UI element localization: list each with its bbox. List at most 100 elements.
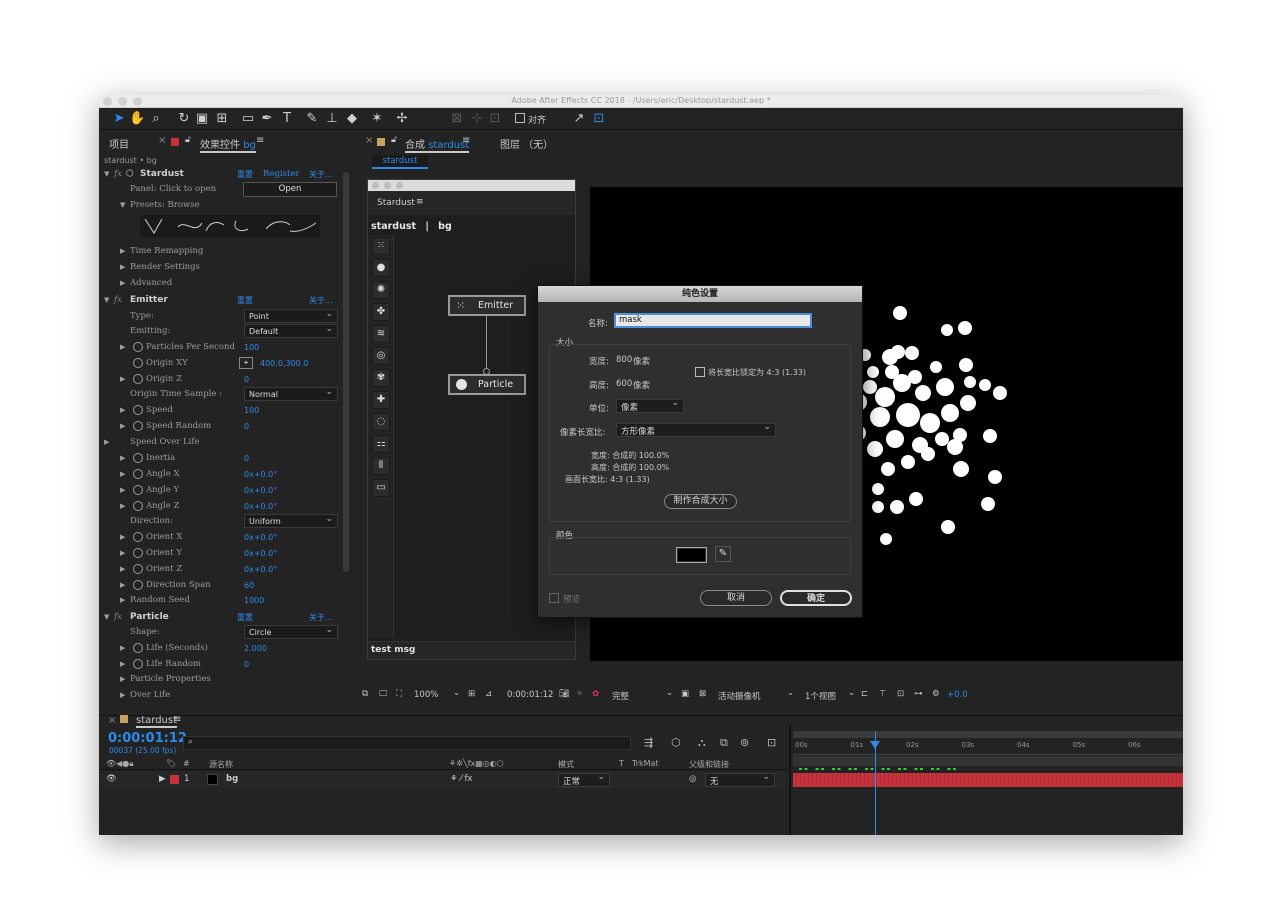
- fan-force-icon[interactable]: ✤: [372, 303, 390, 321]
- eraser-tool-icon[interactable]: ◆: [344, 111, 360, 127]
- layer-duration-bar[interactable]: [793, 773, 1183, 787]
- angle-z-value[interactable]: 0x+0.0°: [244, 502, 277, 511]
- layer-parent-select[interactable]: 无: [705, 772, 775, 787]
- pen-tool-icon[interactable]: ✒: [259, 111, 275, 127]
- add-node-icon[interactable]: ✚: [372, 391, 390, 409]
- speed-random-expand-icon[interactable]: ▶: [120, 422, 125, 430]
- emitter-reset-link[interactable]: 重置: [237, 295, 253, 306]
- axis-world-icon[interactable]: ⊹: [469, 111, 485, 127]
- stopwatch-icon[interactable]: [133, 485, 143, 495]
- timeline-menu-icon[interactable]: ≡: [173, 714, 181, 725]
- stardust-minimize-button[interactable]: [384, 182, 391, 189]
- layer-mode-select[interactable]: 正常: [558, 772, 610, 787]
- orient-x-expand-icon[interactable]: ▶: [120, 533, 125, 541]
- exposure-value[interactable]: +0.0: [947, 690, 968, 700]
- height-value[interactable]: 600: [616, 379, 632, 389]
- presets-thumbnails[interactable]: [140, 215, 320, 237]
- inertia-value[interactable]: 0: [244, 454, 249, 463]
- angle-z-expand-icon[interactable]: ▶: [120, 502, 125, 510]
- selection-tool-icon[interactable]: ➤: [111, 111, 127, 127]
- tab-timeline-comp[interactable]: stardust: [136, 715, 178, 728]
- stardust-reset-link[interactable]: 重置: [237, 169, 253, 180]
- orient-y-expand-icon[interactable]: ▶: [120, 549, 125, 557]
- playhead-handle[interactable]: [870, 741, 881, 749]
- puppet-pin-tool-icon[interactable]: ✢: [394, 111, 410, 127]
- origin-z-expand-icon[interactable]: ▶: [120, 375, 125, 383]
- ots-select[interactable]: Normal: [244, 387, 338, 401]
- eyedropper-icon[interactable]: ✎: [715, 546, 731, 562]
- presets-row[interactable]: ▼ Presets: Browse: [104, 198, 344, 214]
- stopwatch-icon[interactable]: [133, 580, 143, 590]
- attractor-icon[interactable]: ◎: [372, 347, 390, 365]
- speed-value[interactable]: 100: [244, 406, 259, 415]
- random-seed-value[interactable]: 1000: [244, 596, 264, 605]
- time-ruler[interactable]: 00s 01s 02s 03s 04s 05s 06s: [793, 739, 1183, 755]
- always-preview-icon[interactable]: ⧉: [362, 689, 368, 699]
- rectangle-tool-icon[interactable]: ▭: [240, 111, 256, 127]
- snap-option-icon[interactable]: ↗: [571, 111, 587, 127]
- frame-blending-icon[interactable]: ⧉: [720, 736, 728, 750]
- zoom-select[interactable]: 100%: [414, 690, 438, 700]
- direction-span-value[interactable]: 60: [244, 581, 254, 590]
- draft-3d-icon[interactable]: ⊤: [879, 689, 886, 699]
- ok-button[interactable]: 确定: [780, 590, 852, 606]
- particle-node-icon[interactable]: ●: [372, 259, 390, 277]
- tab-project[interactable]: 项目: [109, 136, 129, 151]
- stopwatch-icon[interactable]: [133, 548, 143, 558]
- stopwatch-icon[interactable]: [133, 532, 143, 542]
- stopwatch-icon[interactable]: [133, 421, 143, 431]
- emitter-node[interactable]: ⁙ Emitter: [448, 295, 526, 316]
- mask-visibility-icon[interactable]: ⛶: [396, 689, 402, 699]
- name-input[interactable]: mask: [614, 313, 812, 328]
- particle-reset-link[interactable]: 重置: [237, 612, 253, 623]
- stopwatch-icon[interactable]: [133, 342, 143, 352]
- effect-particle-header[interactable]: ▼ fx Particle 重置 关于...: [104, 610, 344, 626]
- stopwatch-icon[interactable]: [133, 374, 143, 384]
- layer-expand-icon[interactable]: ▶: [159, 774, 166, 784]
- lock-aspect-checkbox[interactable]: [695, 367, 705, 377]
- orient-x-value[interactable]: 0x+0.0°: [244, 533, 277, 542]
- quality-select[interactable]: 完整: [612, 690, 629, 702]
- toggle-3d-icon[interactable]: ⊏: [861, 689, 868, 699]
- angle-y-expand-icon[interactable]: ▶: [120, 486, 125, 494]
- brush-tool-icon[interactable]: ✎: [304, 111, 320, 127]
- emitter-node-icon[interactable]: ⁙: [372, 237, 390, 255]
- close-tab-icon[interactable]: ×: [158, 135, 166, 146]
- particle-node[interactable]: Particle: [448, 374, 526, 395]
- stopwatch-icon[interactable]: [133, 643, 143, 653]
- camera-chevron-icon[interactable]: ⌄: [787, 688, 794, 698]
- stardust-menu-icon[interactable]: ≡: [416, 197, 424, 207]
- speed-over-life-row[interactable]: ▶ Speed Over Life: [104, 435, 344, 451]
- crosshair-icon[interactable]: ⌖: [239, 357, 253, 369]
- pan-behind-tool-icon[interactable]: ⊞: [214, 111, 230, 127]
- particle-properties-row[interactable]: ▶ Particle Properties: [104, 672, 344, 688]
- turbulence-icon[interactable]: ≋: [372, 325, 390, 343]
- width-value[interactable]: 800: [616, 355, 632, 365]
- units-select[interactable]: 像素: [616, 398, 684, 413]
- views-chevron-icon[interactable]: ⌄: [848, 688, 855, 698]
- stopwatch-icon[interactable]: [133, 659, 143, 669]
- timeline-search-input[interactable]: ⌕: [183, 736, 631, 750]
- origin-z-value[interactable]: 0: [244, 375, 249, 384]
- angle-x-value[interactable]: 0x+0.0°: [244, 470, 277, 479]
- tab-composition[interactable]: 合成 stardust: [405, 136, 470, 153]
- flowchart-icon[interactable]: ⊶: [914, 689, 923, 699]
- color-swatch-frame[interactable]: [676, 547, 707, 563]
- hand-tool-icon[interactable]: ✋: [129, 111, 145, 127]
- direction-span-expand-icon[interactable]: ▶: [120, 581, 125, 589]
- resolution-icon[interactable]: ⊞: [468, 689, 475, 699]
- stardust-close-button[interactable]: [372, 182, 379, 189]
- region-icon[interactable]: ⊿: [485, 689, 492, 699]
- stopwatch-icon[interactable]: [133, 405, 143, 415]
- timeline-timecode[interactable]: 0:00:01:12: [108, 731, 187, 746]
- camera-tool-icon[interactable]: ▣: [194, 111, 210, 127]
- lock-icon[interactable]: 🔓︎: [185, 135, 191, 145]
- layer-visibility-icon[interactable]: 👁︎: [106, 774, 117, 784]
- shape-select[interactable]: Circle: [244, 625, 338, 639]
- over-life-row[interactable]: ▶ Over Life: [104, 688, 344, 704]
- direction-select[interactable]: Uniform: [244, 514, 338, 528]
- stopwatch-icon[interactable]: [133, 469, 143, 479]
- comp-lock-icon[interactable]: 🔓︎: [391, 135, 397, 145]
- stardust-zoom-button[interactable]: [396, 182, 403, 189]
- viewer-timecode[interactable]: 0:00:01:12: [507, 690, 553, 700]
